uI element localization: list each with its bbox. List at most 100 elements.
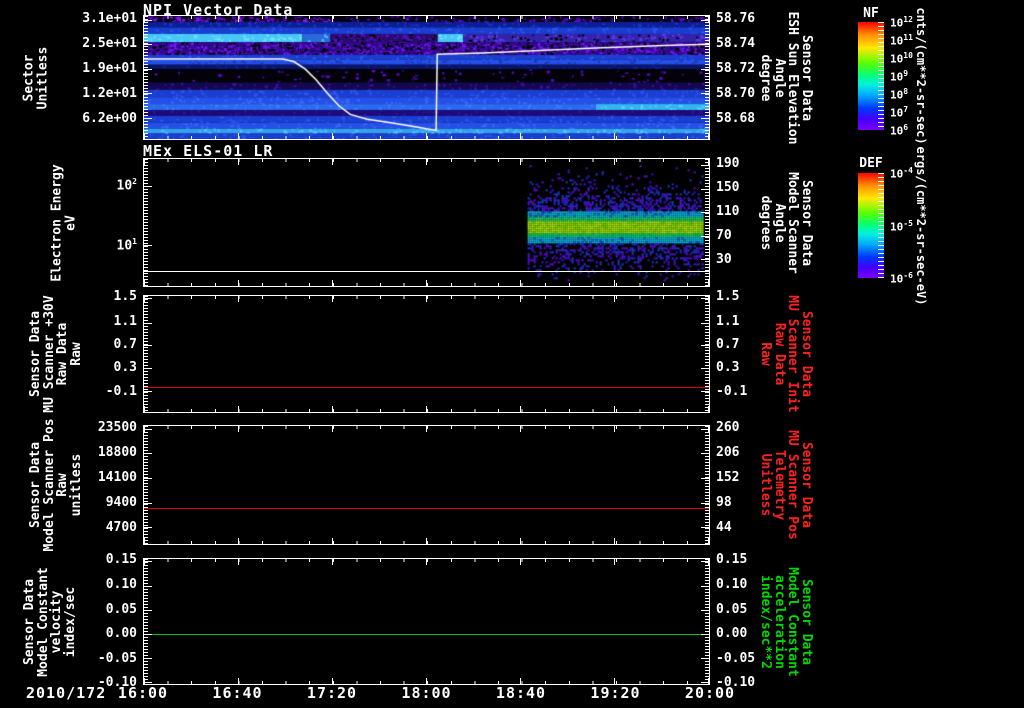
x-major-tick xyxy=(520,296,521,302)
colorbar-minor-ticks xyxy=(878,173,884,278)
y-major-tick xyxy=(701,658,709,659)
y-minor-ticks xyxy=(144,16,148,139)
left-tick-label: 1.9e+01 xyxy=(82,60,137,76)
colorbar-tick-label: 1010 xyxy=(890,51,913,66)
panel-model-constant-velocity-data-line xyxy=(144,634,709,635)
colorbar-title: DEF xyxy=(859,156,883,171)
left-tick-label: 0.15 xyxy=(105,552,137,568)
x-tick-label: 18:40 xyxy=(495,684,547,702)
y-major-tick xyxy=(701,561,709,562)
colorbar-tick-label: 10-4 xyxy=(890,166,913,181)
x-major-tick xyxy=(426,406,427,412)
panel-model-scanner-pos-left-label: Sensor Data Model Scanner Pos Raw unitle… xyxy=(28,418,84,552)
y-major-tick xyxy=(144,391,152,392)
right-tick-label: 190 xyxy=(716,156,740,172)
y-major-tick xyxy=(144,561,152,562)
y-major-tick xyxy=(144,69,152,70)
x-major-tick xyxy=(614,559,615,565)
y-major-tick xyxy=(701,634,709,635)
y-major-tick xyxy=(701,323,709,324)
x-major-tick xyxy=(614,296,615,302)
colorbar-tick-label: 10-6 xyxy=(890,271,913,286)
y-major-tick xyxy=(144,20,152,21)
y-major-tick xyxy=(144,345,152,346)
panel-npi-left-label: Sector Unitless xyxy=(21,46,51,109)
x-major-tick xyxy=(708,133,709,139)
x-major-tick xyxy=(332,280,333,286)
panel-mu-scanner-30v-box xyxy=(143,295,710,413)
colorbar-minor-ticks xyxy=(878,22,884,130)
left-tick-label: 6.2e+00 xyxy=(82,110,137,126)
x-major-tick xyxy=(238,296,239,302)
x-major-tick xyxy=(426,159,427,165)
x-tick-label: 17:20 xyxy=(306,684,358,702)
y-major-tick xyxy=(144,478,152,479)
x-major-tick xyxy=(614,280,615,286)
panel-els-white-line xyxy=(144,271,709,272)
y-minor-ticks xyxy=(705,159,709,286)
x-major-tick xyxy=(238,559,239,565)
panel-model-constant-velocity-right-label: Sensor Data Model Constant acceleration … xyxy=(758,566,815,677)
colorbar-tick-label: 107 xyxy=(890,105,909,120)
x-tick-label: 18:00 xyxy=(401,684,452,702)
x-major-tick xyxy=(520,133,521,139)
x-major-tick xyxy=(614,16,615,22)
panel-npi-box xyxy=(143,15,710,140)
y-major-tick xyxy=(701,429,709,430)
x-major-tick xyxy=(332,296,333,302)
colorbar-tick-label: 106 xyxy=(890,123,909,138)
y-major-tick xyxy=(144,44,152,45)
y-major-tick xyxy=(701,527,709,528)
y-major-tick xyxy=(144,245,152,246)
y-major-tick xyxy=(701,298,709,299)
x-major-tick xyxy=(520,280,521,286)
colorbar-def-bar xyxy=(858,173,884,278)
x-major-tick xyxy=(426,133,427,139)
y-major-tick xyxy=(701,503,709,504)
x-major-tick xyxy=(614,159,615,165)
x-major-tick xyxy=(144,159,145,165)
y-major-tick xyxy=(144,527,152,528)
y-major-tick xyxy=(144,658,152,659)
y-major-tick xyxy=(701,165,709,166)
x-major-tick xyxy=(520,426,521,432)
x-tick-label: 16:40 xyxy=(212,684,263,702)
y-major-tick xyxy=(144,634,152,635)
x-major-tick xyxy=(426,426,427,432)
y-major-tick xyxy=(701,212,709,213)
y-major-tick xyxy=(701,69,709,70)
y-major-tick xyxy=(701,20,709,21)
colorbar-tick-label: 1012 xyxy=(890,15,913,30)
y-major-tick xyxy=(144,586,152,587)
colorbar-unit-label: ergs/(cm**2-sr-sec-eV) xyxy=(914,146,928,305)
y-minor-ticks xyxy=(144,296,148,412)
x-major-tick xyxy=(520,559,521,565)
x-major-tick xyxy=(144,133,145,139)
y-major-tick xyxy=(144,429,152,430)
y-major-tick xyxy=(701,259,709,260)
x-major-tick xyxy=(332,538,333,544)
x-major-tick xyxy=(520,16,521,22)
x-major-tick xyxy=(708,406,709,412)
x-major-tick xyxy=(144,538,145,544)
y-major-tick xyxy=(701,368,709,369)
x-major-tick xyxy=(614,538,615,544)
x-major-tick xyxy=(708,296,709,302)
panel-mu-scanner-30v-right-label: Sensor Data MU Scanner Init Raw Data Raw xyxy=(758,295,815,413)
x-major-tick xyxy=(708,538,709,544)
y-minor-ticks xyxy=(705,559,709,684)
y-major-tick xyxy=(701,682,709,683)
y-minor-ticks xyxy=(705,296,709,412)
x-major-tick xyxy=(708,559,709,565)
y-major-tick xyxy=(701,478,709,479)
x-major-tick xyxy=(426,296,427,302)
left-tick-label: 2.5e+01 xyxy=(82,35,137,51)
x-major-tick xyxy=(614,133,615,139)
colorbar-tick-label: 10-5 xyxy=(890,218,913,234)
x-major-tick xyxy=(332,559,333,565)
x-major-tick xyxy=(144,280,145,286)
left-tick-label: 3.1e+01 xyxy=(82,10,137,26)
left-tick-label: 1.2e+01 xyxy=(82,85,137,101)
x-tick-label: 20:00 xyxy=(684,684,736,702)
x-major-tick xyxy=(708,16,709,22)
